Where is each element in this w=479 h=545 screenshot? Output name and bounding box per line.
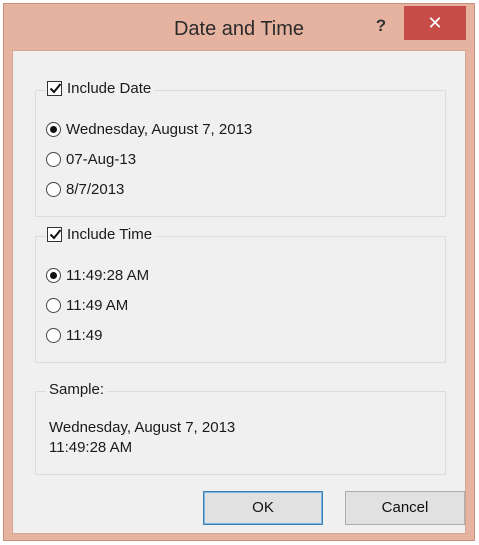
radio-date-long[interactable] [46,122,61,137]
time-option-24h-label: 11:49 [66,327,103,344]
include-date-label: Include Date [67,80,152,97]
ok-button[interactable]: OK [203,491,323,525]
time-option-seconds-label: 11:49:28 AM [66,267,150,284]
title-bar[interactable]: Date and Time ? ✕ [4,4,474,50]
date-option-long[interactable]: Wednesday, August 7, 2013 [46,121,252,138]
checkmark-icon [49,83,62,94]
close-icon: ✕ [427,13,443,33]
include-time-checkbox[interactable] [47,227,62,242]
close-button[interactable]: ✕ [404,6,466,40]
include-date-checkbox[interactable] [47,81,62,96]
sample-time-text: 11:49:28 AM [49,439,133,456]
date-option-numeric[interactable]: 8/7/2013 [46,181,124,198]
radio-time-minutes[interactable] [46,298,61,313]
time-option-seconds[interactable]: 11:49:28 AM [46,267,149,284]
dialog-client-area: Include Date Wednesday, August 7, 2013 0… [12,50,466,534]
date-option-long-label: Wednesday, August 7, 2013 [66,121,253,138]
time-option-minutes-label: 11:49 AM [66,297,129,314]
date-time-dialog: Date and Time ? ✕ Include Date Wednesday… [3,3,475,541]
radio-time-seconds[interactable] [46,268,61,283]
help-button[interactable]: ? [367,12,395,40]
sample-group: Sample: Wednesday, August 7, 2013 11:49:… [35,381,446,475]
include-time-checkbox-row[interactable]: Include Time [46,226,156,243]
include-date-checkbox-row[interactable]: Include Date [46,80,155,97]
radio-time-24h[interactable] [46,328,61,343]
sample-label: Sample: [46,381,108,398]
radio-date-numeric[interactable] [46,182,61,197]
date-group: Include Date Wednesday, August 7, 2013 0… [35,80,446,217]
sample-date-text: Wednesday, August 7, 2013 [49,419,236,436]
time-group: Include Time 11:49:28 AM 11:49 AM 11:49 [35,226,446,363]
time-option-24h[interactable]: 11:49 [46,327,102,344]
cancel-button[interactable]: Cancel [345,491,465,525]
time-option-minutes[interactable]: 11:49 AM [46,297,128,314]
include-time-label: Include Time [67,226,153,243]
radio-date-short-month[interactable] [46,152,61,167]
checkmark-icon [49,229,62,240]
date-option-numeric-label: 8/7/2013 [66,181,125,198]
date-option-short-month-label: 07-Aug-13 [66,151,137,168]
date-option-short-month[interactable]: 07-Aug-13 [46,151,136,168]
